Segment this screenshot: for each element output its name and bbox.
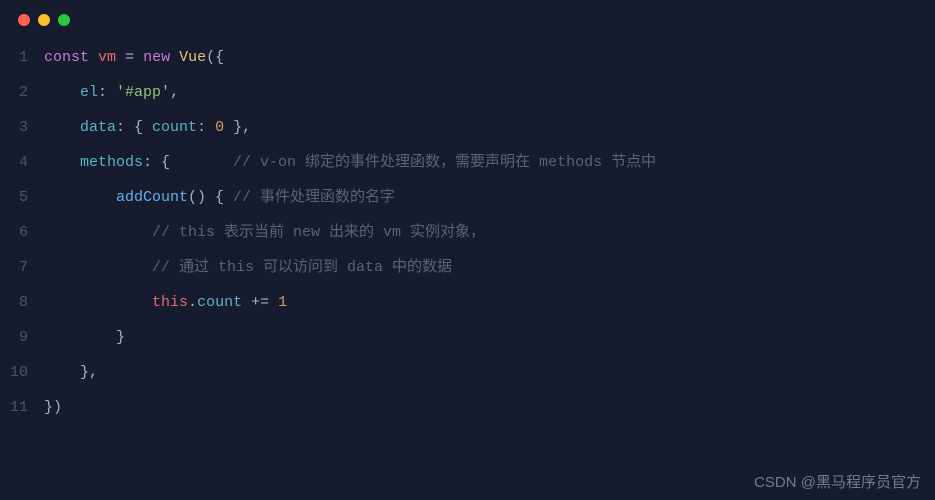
code-line: 2 el: '#app', [0,75,935,110]
token-kw: new [143,49,170,66]
code-content: // 通过 this 可以访问到 data 中的数据 [44,250,452,285]
line-number: 7 [0,250,44,285]
token-punct [44,189,116,206]
token-punct [44,294,152,311]
line-number: 6 [0,215,44,250]
code-line: 10 }, [0,355,935,390]
token-punct [89,49,98,66]
line-number: 1 [0,40,44,75]
token-num: 1 [278,294,287,311]
code-line: 7 // 通过 this 可以访问到 data 中的数据 [0,250,935,285]
code-block: 1const vm = new Vue({2 el: '#app',3 data… [0,34,935,425]
token-str: '#app' [116,84,170,101]
token-punct: = [116,49,143,66]
token-punct: : [197,119,215,136]
watermark: CSDN @黑马程序员官方 [754,471,921,492]
token-this: this [152,294,188,311]
line-number: 4 [0,145,44,180]
token-kw: const [44,49,89,66]
token-comment: // this 表示当前 new 出来的 vm 实例对象， [152,224,485,241]
token-prop: methods [80,154,143,171]
code-line: 5 addCount() { // 事件处理函数的名字 [0,180,935,215]
token-punct [170,49,179,66]
token-comment: // v-on 绑定的事件处理函数，需要声明在 methods 节点中 [233,154,656,171]
token-punct: . [188,294,197,311]
code-content: } [44,320,125,355]
code-content: }) [44,390,62,425]
token-punct: }, [44,364,98,381]
token-punct [44,259,152,276]
code-content: el: '#app', [44,75,179,110]
token-punct: , [170,84,179,101]
line-number: 9 [0,320,44,355]
token-punct [44,154,80,171]
code-content: data: { count: 0 }, [44,110,251,145]
token-prop: count [152,119,197,136]
maximize-icon[interactable] [58,14,70,26]
code-content: addCount() { // 事件处理函数的名字 [44,180,395,215]
token-punct: }) [44,399,62,416]
code-line: 4 methods: { // v-on 绑定的事件处理函数，需要声明在 met… [0,145,935,180]
code-line: 9 } [0,320,935,355]
code-line: 1const vm = new Vue({ [0,40,935,75]
token-num: 0 [215,119,224,136]
token-punct: : { [143,154,233,171]
code-line: 6 // this 表示当前 new 出来的 vm 实例对象， [0,215,935,250]
token-comment: // 通过 this 可以访问到 data 中的数据 [152,259,452,276]
token-punct [44,119,80,136]
code-content: this.count += 1 [44,285,287,320]
token-punct [44,224,152,241]
code-line: 3 data: { count: 0 }, [0,110,935,145]
line-number: 5 [0,180,44,215]
token-prop: data [80,119,116,136]
token-punct: } [44,329,125,346]
code-line: 11}) [0,390,935,425]
token-fn: addCount [116,189,188,206]
code-line: 8 this.count += 1 [0,285,935,320]
token-punct: ({ [206,49,224,66]
window-controls [0,0,935,34]
token-punct: += [242,294,278,311]
token-cls: Vue [179,49,206,66]
code-content: const vm = new Vue({ [44,40,224,75]
minimize-icon[interactable] [38,14,50,26]
line-number: 2 [0,75,44,110]
token-prop: count [197,294,242,311]
token-comment: // 事件处理函数的名字 [233,189,395,206]
line-number: 8 [0,285,44,320]
code-content: }, [44,355,98,390]
code-content: methods: { // v-on 绑定的事件处理函数，需要声明在 metho… [44,145,656,180]
token-punct: : { [116,119,152,136]
token-punct: }, [224,119,251,136]
line-number: 11 [0,390,44,425]
code-content: // this 表示当前 new 出来的 vm 实例对象， [44,215,485,250]
token-punct [44,84,80,101]
token-prop: el [80,84,98,101]
close-icon[interactable] [18,14,30,26]
line-number: 3 [0,110,44,145]
token-punct: : [98,84,116,101]
line-number: 10 [0,355,44,390]
token-punct: () { [188,189,233,206]
token-var: vm [98,49,116,66]
